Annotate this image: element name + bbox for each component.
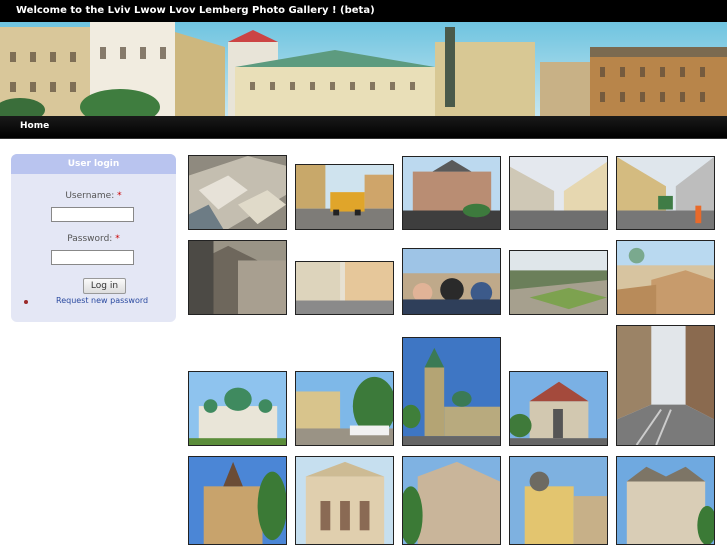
header-banner: [0, 22, 727, 116]
site-title-bar: Welcome to the Lviv Lwow Lvov Lemberg Ph…: [0, 0, 727, 22]
main-nav: Home: [0, 116, 727, 139]
gallery-thumbnail[interactable]: [188, 371, 287, 446]
gallery-thumbnail[interactable]: [295, 261, 394, 315]
gallery-thumbnail[interactable]: [402, 456, 501, 545]
username-input[interactable]: [51, 207, 134, 222]
username-required-mark: *: [117, 191, 122, 201]
password-label: Password: *: [11, 234, 176, 244]
gallery-thumbnail[interactable]: [188, 155, 287, 230]
gallery-thumbnail[interactable]: [402, 337, 501, 446]
gallery-thumbnail[interactable]: [616, 240, 715, 315]
gallery-thumbnail[interactable]: [509, 456, 608, 545]
gallery-thumbnail[interactable]: [509, 250, 608, 315]
request-password-link[interactable]: Request new password: [56, 296, 148, 305]
login-panel: User login Username: * Password: * Log i…: [11, 154, 176, 322]
login-title: User login: [11, 154, 176, 174]
nav-home-link[interactable]: Home: [20, 121, 49, 131]
gallery-thumbnail[interactable]: [295, 456, 394, 545]
bullet-icon: [24, 300, 28, 304]
password-label-text: Password:: [67, 234, 113, 244]
gallery-thumbnail[interactable]: [616, 325, 715, 446]
gallery-thumbnail[interactable]: [616, 456, 715, 545]
gallery-thumbnail[interactable]: [188, 240, 287, 315]
login-button[interactable]: Log in: [83, 278, 126, 294]
gallery-thumbnail[interactable]: [509, 371, 608, 446]
username-label: Username: *: [11, 191, 176, 201]
password-input[interactable]: [51, 250, 134, 265]
gallery-thumbnail[interactable]: [616, 156, 715, 230]
gallery-thumbnail[interactable]: [295, 371, 394, 446]
gallery-thumbnail[interactable]: [402, 248, 501, 315]
gallery-thumbnail[interactable]: [188, 456, 287, 545]
site-title: Welcome to the Lviv Lwow Lvov Lemberg Ph…: [16, 5, 375, 16]
gallery-thumbnail[interactable]: [295, 164, 394, 230]
username-label-text: Username:: [65, 191, 115, 201]
password-required-mark: *: [115, 234, 120, 244]
gallery-thumbnail[interactable]: [509, 156, 608, 230]
gallery-thumbnail[interactable]: [402, 156, 501, 230]
